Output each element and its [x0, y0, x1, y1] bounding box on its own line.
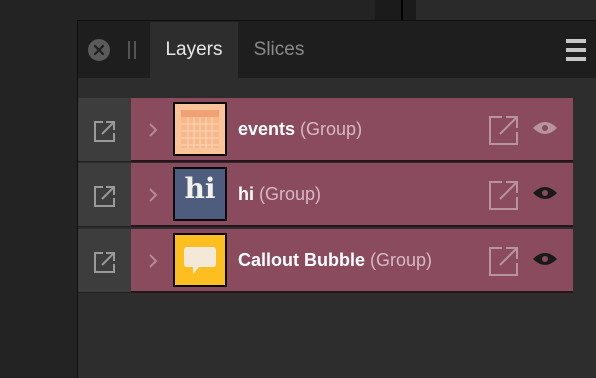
eye-icon[interactable] [532, 185, 558, 201]
layer-name: Callout Bubble [238, 250, 365, 270]
layer-type: (Group) [295, 119, 363, 139]
layer-label: Callout Bubble (Group) [238, 229, 443, 291]
export-slice-icon[interactable] [488, 114, 520, 146]
chevron-right-icon[interactable] [148, 187, 158, 203]
export-toggle[interactable] [78, 229, 131, 293]
hi-thumbnail: hi [173, 167, 227, 221]
panel-tabbar: Layers Slices [78, 21, 596, 78]
export-arrow-icon [94, 186, 115, 207]
layer-row-events[interactable]: events (Group) [78, 98, 573, 162]
chevron-right-icon[interactable] [148, 253, 158, 269]
export-slice-icon[interactable] [488, 245, 520, 277]
eye-icon[interactable] [532, 251, 558, 267]
export-toggle[interactable] [78, 98, 131, 162]
layer-row-main[interactable]: events (Group) [131, 98, 573, 162]
layer-name: hi [238, 184, 254, 204]
background-panel-edge [416, 0, 596, 20]
background-divider [401, 0, 403, 20]
tab-slices[interactable]: Slices [238, 22, 320, 78]
layer-name: events [238, 119, 296, 139]
calendar-thumbnail [173, 102, 227, 156]
tab-layers[interactable]: Layers [150, 22, 238, 78]
layer-type: (Group) [365, 250, 433, 270]
eye-icon[interactable] [532, 120, 558, 136]
panel-menu-button[interactable] [566, 39, 586, 61]
chevron-right-icon[interactable] [148, 122, 158, 138]
layer-row-hi[interactable]: hi hi (Group) [78, 163, 573, 227]
layer-label: hi (Group) [238, 163, 443, 225]
layer-row-main[interactable]: hi hi (Group) [131, 163, 573, 227]
calendar-icon [175, 104, 225, 154]
close-panel-button[interactable] [88, 39, 110, 61]
speech-bubble-icon [175, 235, 225, 285]
speech-bubble-thumbnail [173, 233, 227, 287]
export-arrow-icon [94, 252, 115, 273]
layers-panel: Layers Slices events (Group) hi hi (Grou… [77, 20, 596, 378]
panel-drag-handle[interactable] [128, 41, 137, 59]
thumbnail-text: hi [184, 172, 216, 205]
close-icon [93, 44, 105, 56]
layer-row-main[interactable]: Callout Bubble (Group) [131, 229, 573, 293]
layer-label: events (Group) [238, 98, 443, 160]
export-slice-icon[interactable] [488, 179, 520, 211]
export-toggle[interactable] [78, 163, 131, 227]
layer-row-callout-bubble[interactable]: Callout Bubble (Group) [78, 229, 573, 293]
export-arrow-icon [94, 121, 115, 142]
layer-type: (Group) [254, 184, 322, 204]
